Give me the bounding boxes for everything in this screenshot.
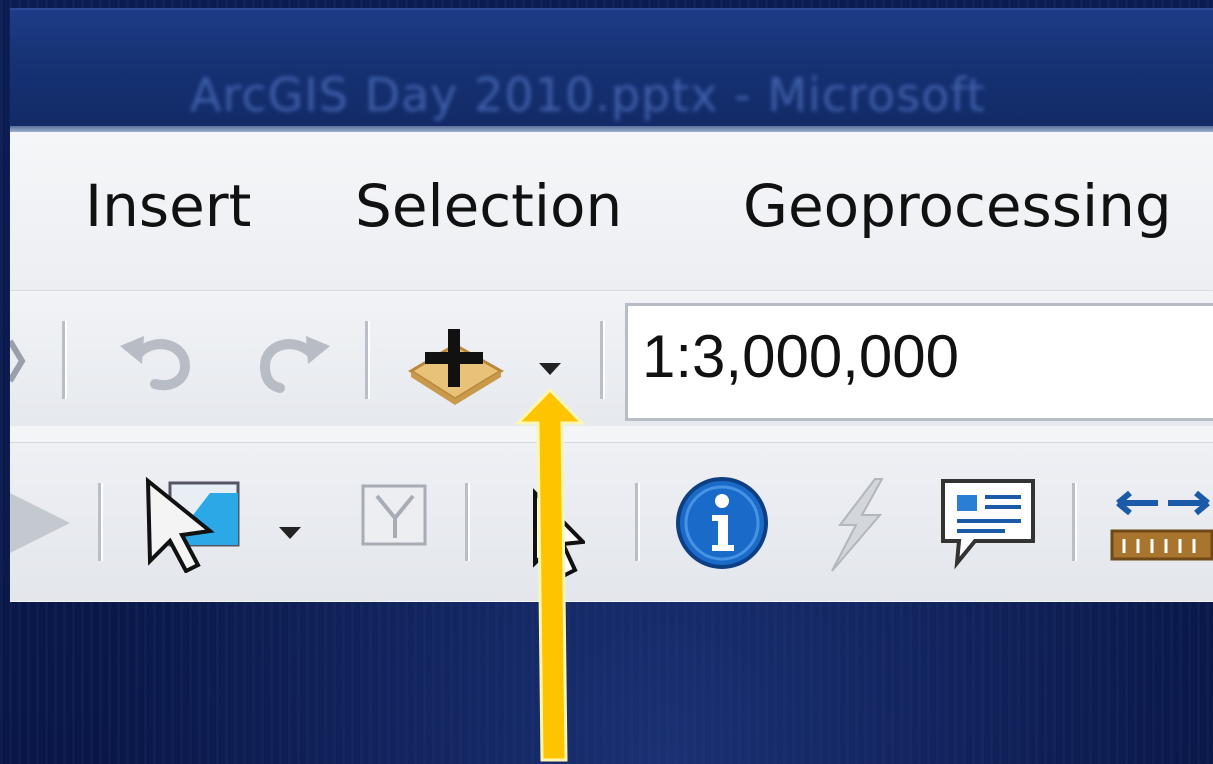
menu-selection[interactable]: Selection [355, 172, 622, 240]
select-features-icon[interactable] [140, 473, 250, 573]
select-features-dropdown-icon[interactable] [275, 523, 305, 543]
toolbar-separator [465, 483, 470, 561]
window-title: ArcGIS Day 2010.pptx - Microsoft [190, 68, 986, 122]
annotation-arrow [514, 387, 586, 762]
toolbar-separator [98, 483, 103, 561]
redo-icon[interactable] [250, 326, 340, 396]
tools-toolbar [10, 442, 1213, 601]
menubar: Insert Selection Geoprocessing [10, 132, 1213, 290]
app-panel: Insert Selection Geoprocessing 1:3,000,0… [10, 132, 1213, 602]
toolbar-separator [1072, 483, 1077, 561]
identify-icon[interactable] [672, 473, 772, 573]
hyperlink-icon[interactable] [820, 475, 890, 575]
toolbar-separator [635, 483, 640, 561]
toolbar-separator [600, 321, 605, 399]
clear-selection-icon[interactable] [355, 478, 435, 558]
menu-geoprocessing[interactable]: Geoprocessing [743, 172, 1172, 240]
measure-icon[interactable] [1108, 483, 1213, 573]
add-data-dropdown-icon[interactable] [535, 359, 565, 379]
undo-icon[interactable] [110, 326, 200, 396]
map-scale-value: 1:3,000,000 [642, 323, 959, 390]
menu-insert[interactable]: Insert [85, 172, 251, 240]
forward-extent-icon[interactable] [10, 483, 80, 563]
map-scale-combobox[interactable]: 1:3,000,000 [625, 303, 1213, 421]
toolbar-separator [62, 321, 67, 399]
standard-toolbar: 1:3,000,000 [10, 290, 1213, 426]
html-popup-icon[interactable] [935, 473, 1045, 573]
window-titlebar: ArcGIS Day 2010.pptx - Microsoft [10, 8, 1213, 128]
toolbar-separator [365, 321, 370, 399]
cut-off-toolbar-icon[interactable] [10, 331, 30, 391]
add-data-icon[interactable] [403, 319, 513, 409]
